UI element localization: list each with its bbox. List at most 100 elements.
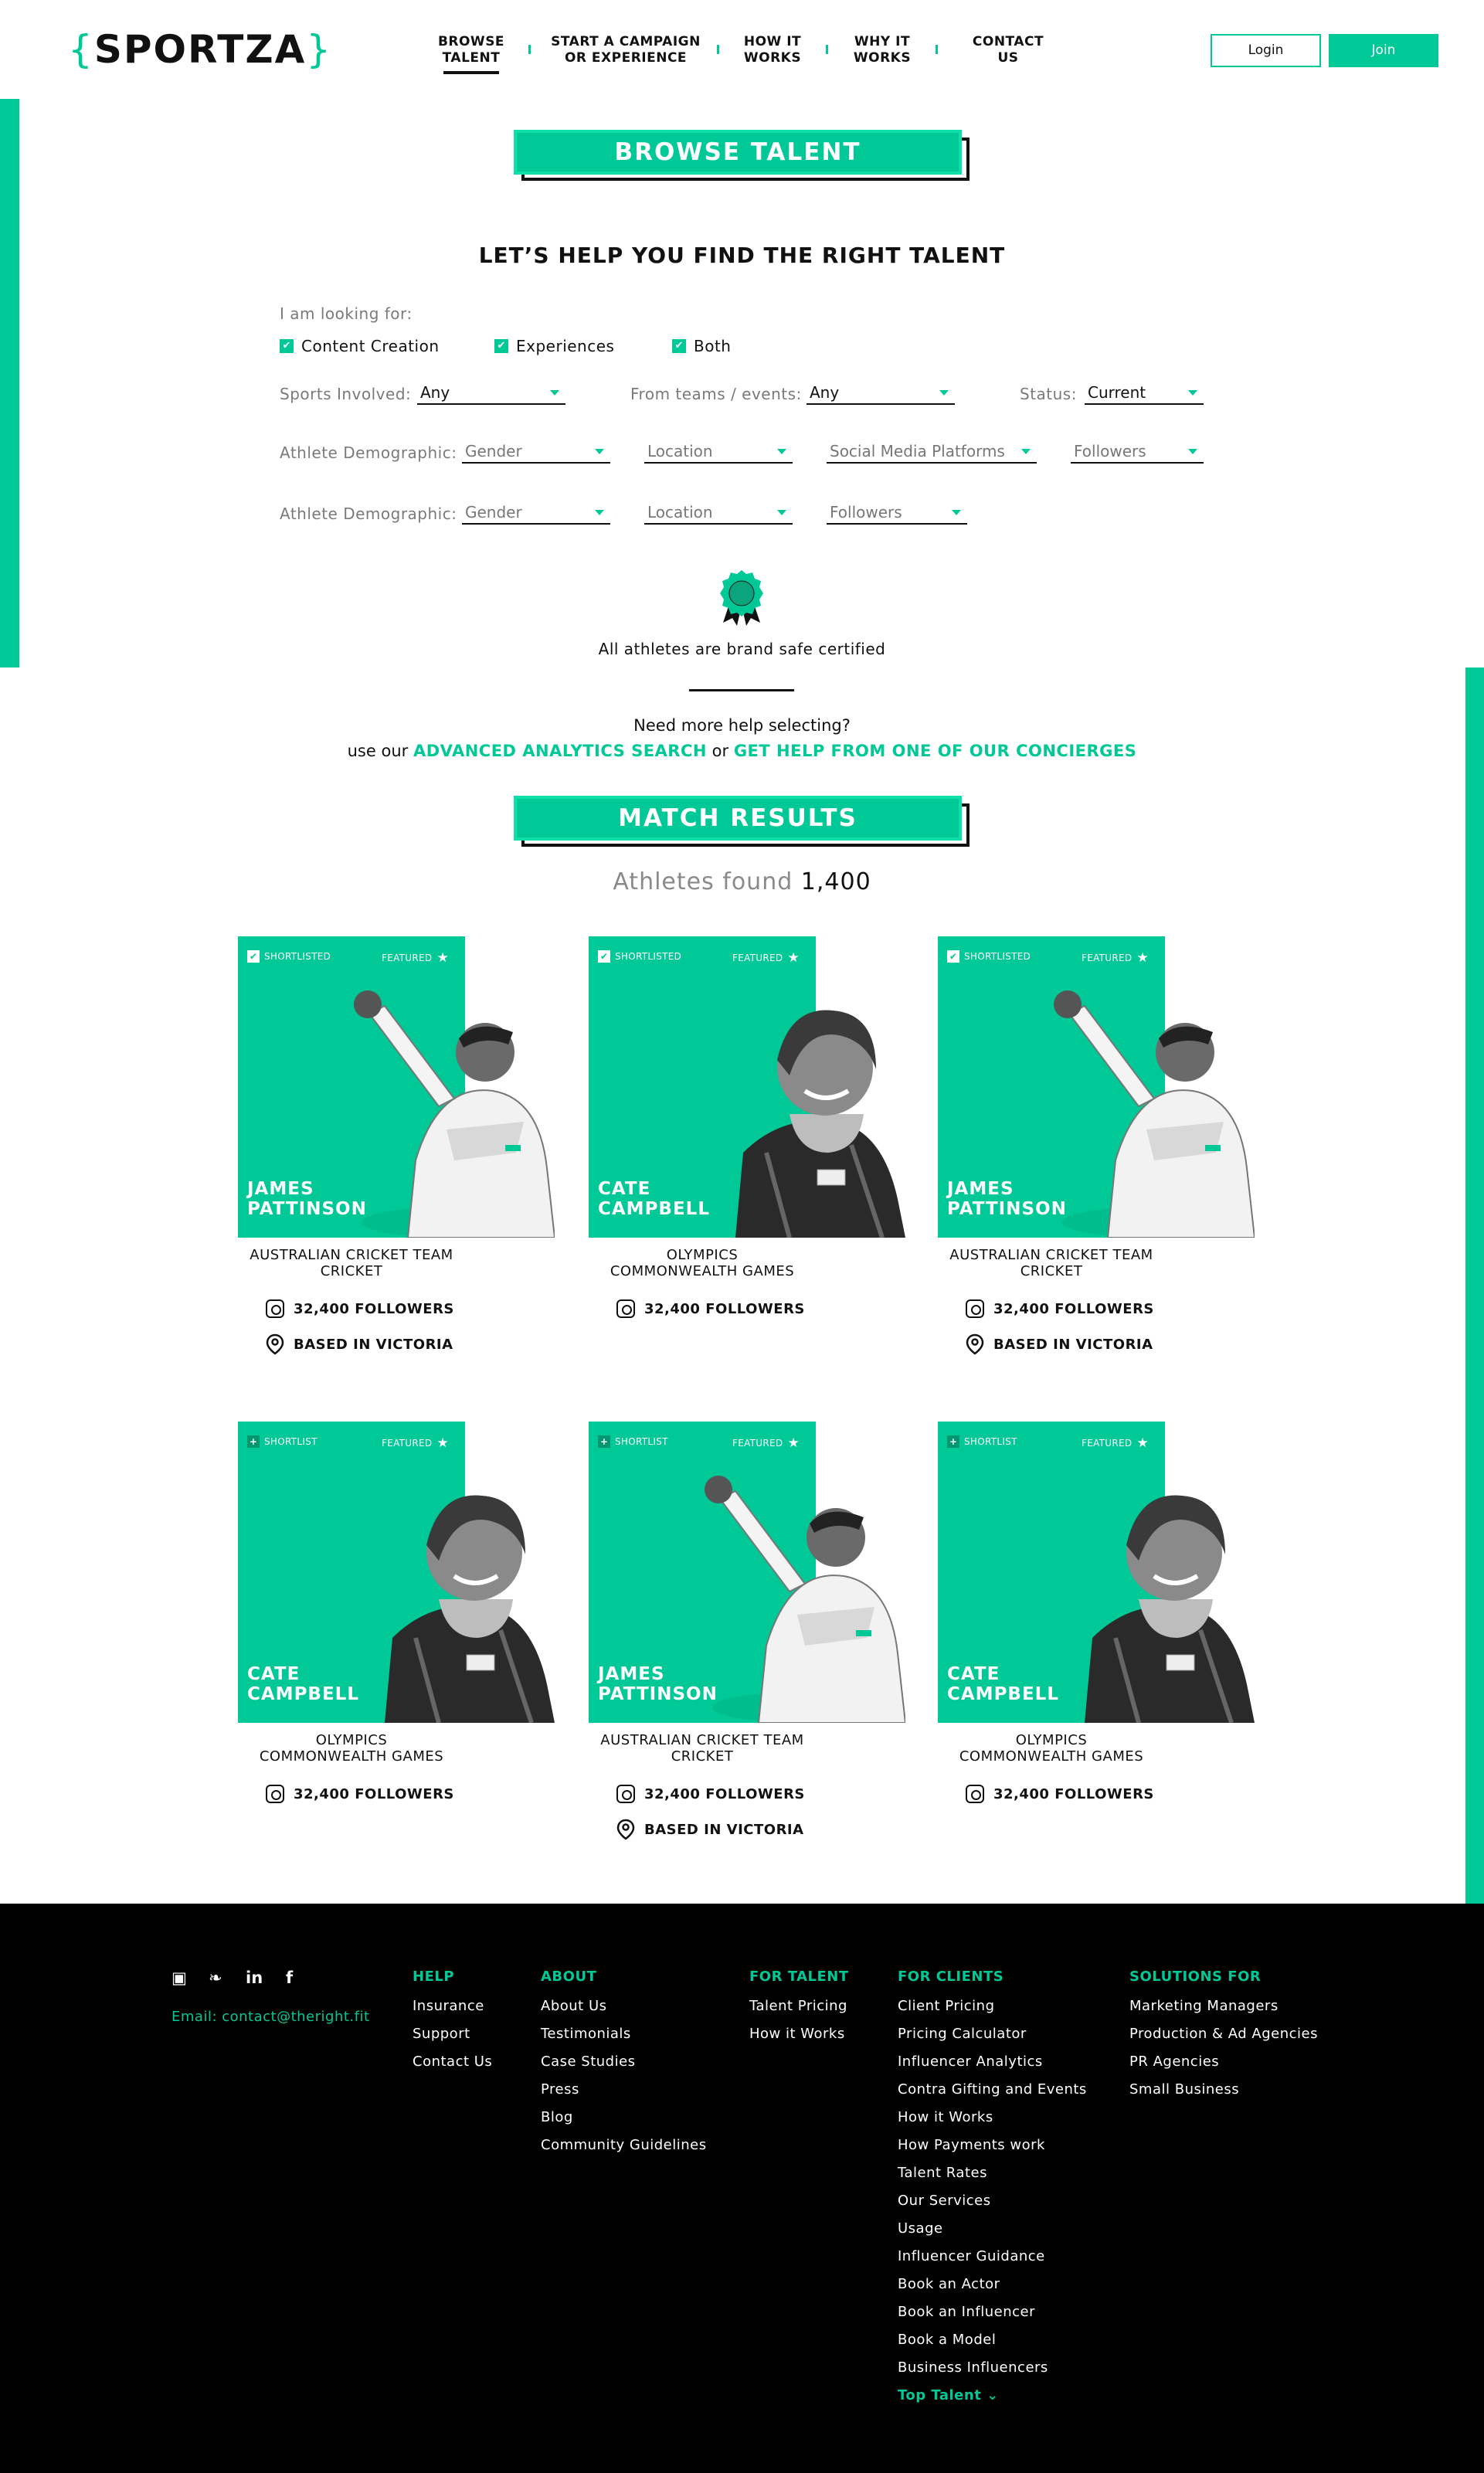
star-icon: ★ (1136, 950, 1149, 966)
footer-link[interactable]: Case Studies (541, 2048, 707, 2076)
footer-col-help: HELP Insurance Support Contact Us (413, 1969, 492, 2076)
athlete-name[interactable]: CATE CAMPBELL (598, 1179, 752, 1219)
footer-link[interactable]: PR Agencies (1129, 2048, 1318, 2076)
footer-link[interactable]: Contra Gifting and Events (898, 2076, 1087, 2104)
footer-link[interactable]: Client Pricing (898, 1992, 1087, 2020)
footer-link[interactable]: How it Works (749, 2020, 849, 2048)
shortlist-toggle[interactable]: ✔ SHORTLISTED (598, 950, 681, 963)
footer-link[interactable]: Blog (541, 2104, 707, 2132)
footer-link[interactable]: Talent Pricing (749, 1992, 849, 2020)
option-both[interactable]: ✔ Both (672, 337, 731, 355)
location-select[interactable]: Location (644, 440, 793, 464)
shortlist-toggle[interactable]: + SHORTLIST (598, 1435, 668, 1448)
athlete-card[interactable]: + SHORTLIST FEATURED ★ CATE CAMPBELL OLYMPICS C… (238, 1422, 578, 1854)
footer-link[interactable]: Insurance (413, 1992, 492, 2020)
facebook-icon[interactable]: f (286, 1969, 293, 1987)
caret-down-icon (550, 390, 559, 396)
login-button[interactable]: Login (1211, 34, 1321, 67)
instagram-icon[interactable]: ▣ (171, 1969, 187, 1987)
athlete-card[interactable]: ✔ SHORTLISTED FEATURED ★ JAMES PATTINSON AUSTR… (938, 936, 1278, 1369)
star-icon: ★ (1136, 1435, 1149, 1451)
shortlist-toggle[interactable]: ✔ SHORTLISTED (947, 950, 1031, 963)
athlete-name[interactable]: CATE CAMPBELL (247, 1664, 402, 1704)
footer-link[interactable]: Talent Rates (898, 2159, 1087, 2187)
footer-link[interactable]: Production & Ad Agencies (1129, 2020, 1318, 2048)
followers-select[interactable]: Followers (1071, 440, 1204, 464)
footer-link[interactable]: Influencer Guidance (898, 2243, 1087, 2271)
athlete-card[interactable]: ✔ SHORTLISTED FEATURED ★ JAMES PATTINSON AUSTR… (238, 936, 578, 1369)
featured-badge: FEATURED ★ (732, 950, 800, 966)
teams-select[interactable]: Any (807, 382, 955, 405)
gender-select[interactable]: Gender (462, 440, 610, 464)
concierge-link[interactable]: GET HELP FROM ONE OF OUR CONCIERGES (734, 742, 1137, 760)
checkbox-checked-icon[interactable]: ✔ (672, 339, 686, 353)
linkedin-icon[interactable]: in (246, 1969, 263, 1987)
athlete-card[interactable]: ✔ SHORTLISTED FEATURED ★ CATE CAMPBELL OLYMPIC… (589, 936, 929, 1369)
footer-link[interactable]: Book an Actor (898, 2271, 1087, 2298)
top-talent-toggle[interactable]: Top Talent ⌄ (898, 2382, 1087, 2410)
nav-start-campaign[interactable]: START A CAMPAIGN OR EXPERIENCE (548, 34, 703, 66)
location-select[interactable]: Location (644, 501, 793, 525)
footer-link[interactable]: Influencer Analytics (898, 2048, 1087, 2076)
footer-link[interactable]: Community Guidelines (541, 2132, 707, 2159)
checkbox-checked-icon: ✔ (598, 950, 610, 963)
footer-link[interactable]: Press (541, 2076, 707, 2104)
footer-link[interactable]: Book an Influencer (898, 2298, 1087, 2326)
followers-select[interactable]: Followers (827, 501, 967, 525)
footer-link[interactable]: Business Influencers (898, 2354, 1087, 2382)
gender-select[interactable]: Gender (462, 501, 610, 525)
footer-link[interactable]: Small Business (1129, 2076, 1318, 2104)
plus-icon: + (598, 1435, 610, 1448)
nav-separator (717, 45, 719, 54)
followers-stat: 32,400 FOLLOWERS (966, 1785, 1154, 1803)
athlete-name[interactable]: JAMES PATTINSON (598, 1664, 752, 1704)
checkbox-checked-icon[interactable]: ✔ (494, 339, 508, 353)
athlete-team: AUSTRALIAN CRICKET TEAM CRICKET (600, 1732, 804, 1765)
shortlist-toggle[interactable]: + SHORTLIST (947, 1435, 1017, 1448)
athlete-name[interactable]: JAMES PATTINSON (947, 1179, 1102, 1219)
status-select[interactable]: Current (1085, 382, 1204, 405)
checkbox-checked-icon[interactable]: ✔ (280, 339, 294, 353)
nav-how-it-works[interactable]: HOW IT WORKS (738, 34, 807, 66)
footer-link[interactable]: Contact Us (413, 2048, 492, 2076)
sports-select[interactable]: Any (417, 382, 565, 405)
caret-down-icon (777, 449, 786, 454)
accent-bar-left (0, 99, 19, 668)
athlete-card[interactable]: + SHORTLIST FEATURED ★ JAMES PATTINSON AUSTRAL… (589, 1422, 929, 1854)
footer-link[interactable]: Marketing Managers (1129, 1992, 1318, 2020)
footer-col-about: ABOUT About Us Testimonials Case Studies… (541, 1969, 707, 2159)
footer-heading: SOLUTIONS FOR (1129, 1969, 1262, 1985)
footer-link[interactable]: About Us (541, 1992, 707, 2020)
footer-link[interactable]: Book a Model (898, 2326, 1087, 2354)
location-pin-icon (966, 1333, 984, 1355)
featured-badge: FEATURED ★ (1082, 950, 1149, 966)
social-platforms-select[interactable]: Social Media Platforms (827, 440, 1037, 464)
location-pin-icon (266, 1333, 284, 1355)
shortlist-toggle[interactable]: + SHORTLIST (247, 1435, 318, 1448)
footer-link[interactable]: Support (413, 2020, 492, 2048)
twitter-icon[interactable]: ❧ (209, 1969, 222, 1987)
checkbox-checked-icon: ✔ (247, 950, 260, 963)
athlete-card[interactable]: + SHORTLIST FEATURED ★ CATE CAMPBELL OLYMPICS C… (938, 1422, 1278, 1854)
footer-link[interactable]: Our Services (898, 2187, 1087, 2215)
athlete-name[interactable]: JAMES PATTINSON (247, 1179, 402, 1219)
footer-link[interactable]: How it Works (898, 2104, 1087, 2132)
nav-why-it-works[interactable]: WHY IT WORKS (847, 34, 917, 66)
footer-link[interactable]: Pricing Calculator (898, 2020, 1087, 2048)
option-content-creation[interactable]: ✔ Content Creation (280, 337, 440, 355)
nav-browse-talent[interactable]: BROWSE TALENT (433, 34, 510, 74)
athlete-name[interactable]: CATE CAMPBELL (947, 1664, 1102, 1704)
footer-link[interactable]: How Payments work (898, 2132, 1087, 2159)
advanced-analytics-link[interactable]: ADVANCED ANALYTICS SEARCH (413, 742, 707, 760)
logo[interactable]: {SPORTZA} (68, 28, 332, 71)
star-icon: ★ (436, 1435, 449, 1451)
shortlist-toggle[interactable]: ✔ SHORTLISTED (247, 950, 331, 963)
footer-link[interactable]: Testimonials (541, 2020, 707, 2048)
join-button[interactable]: Join (1329, 34, 1438, 67)
footer-link[interactable]: Usage (898, 2215, 1087, 2243)
footer-email[interactable]: Email: contact@theright.fit (171, 2009, 370, 2025)
match-results-heading: MATCH RESULTS (514, 796, 970, 847)
help-question: Need more help selecting? (633, 716, 851, 735)
nav-contact-us[interactable]: CONTACT US (970, 34, 1047, 66)
option-experiences[interactable]: ✔ Experiences (494, 337, 614, 355)
